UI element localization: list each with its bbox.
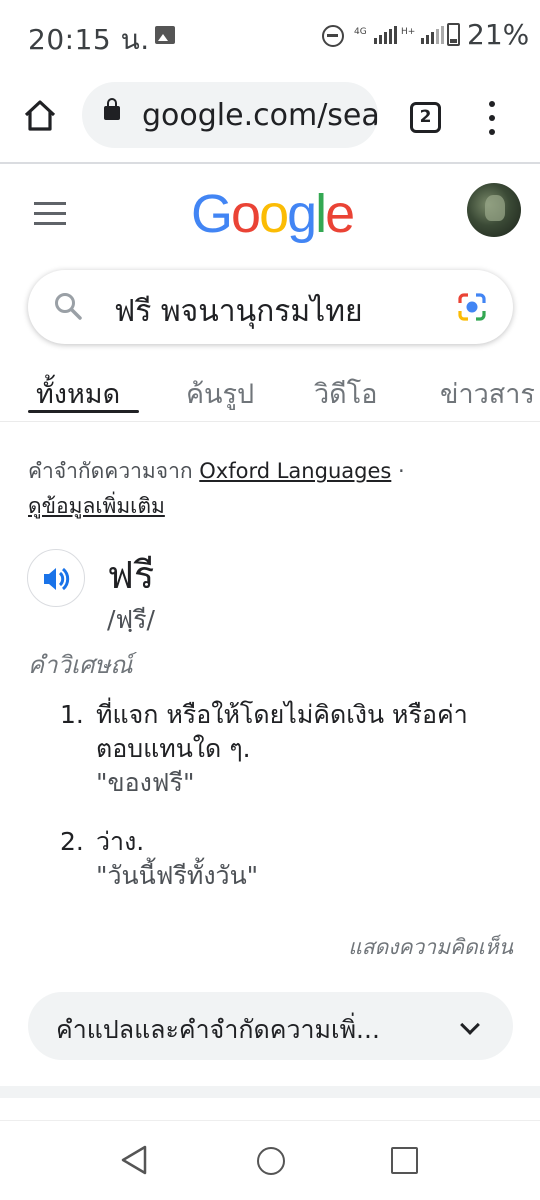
dictionary-source: คำจำกัดความจาก Oxford Languages · — [28, 459, 405, 483]
search-icon — [55, 293, 82, 320]
image-notification-icon — [155, 26, 175, 44]
section-divider — [0, 1086, 540, 1098]
more-info-link[interactable]: ดูข้อมูลเพิ่มเติม — [28, 490, 165, 523]
definition-number: 2. — [60, 827, 84, 856]
translations-expand-button[interactable]: คำแปลและคำจำกัดความเพิ่... — [28, 992, 513, 1060]
do-not-disturb-icon — [322, 25, 344, 47]
signal-strength-icon-2 — [421, 26, 444, 44]
definition-number: 1. — [60, 700, 84, 729]
home-nav-icon[interactable] — [257, 1147, 285, 1175]
recent-apps-icon[interactable] — [391, 1147, 418, 1174]
google-lens-icon[interactable] — [456, 291, 488, 323]
back-icon[interactable] — [120, 1145, 148, 1175]
part-of-speech: คำวิเศษณ์ — [28, 651, 133, 679]
tab-switcher-button[interactable]: 2 — [410, 102, 441, 133]
more-vert-icon[interactable] — [480, 98, 504, 138]
battery-percentage: 21% — [467, 18, 530, 51]
hamburger-menu-icon[interactable] — [34, 202, 66, 226]
status-time: 20:15 น. — [28, 23, 150, 56]
status-bar: 20:15 น. 4G H+ 21% — [0, 0, 540, 70]
headword: ฟรี — [107, 553, 155, 597]
network-type-label-1: 4G — [354, 27, 367, 37]
search-tabs: ทั้งหมด ค้นรูป วิดีโอ ข่าวสาร — [0, 360, 540, 422]
chevron-down-icon — [460, 1015, 480, 1035]
avatar[interactable] — [467, 183, 521, 237]
url-text: google.com/search — [142, 98, 378, 133]
tab-images[interactable]: ค้นรูป — [186, 372, 254, 415]
pronunciation-button[interactable] — [27, 549, 85, 607]
battery-icon — [447, 23, 460, 46]
network-type-label-2: H+ — [401, 27, 416, 37]
speaker-icon — [44, 567, 70, 591]
address-bar[interactable]: google.com/search — [82, 82, 378, 148]
definition-text: ที่แจก หรือให้โดยไม่คิดเงิน หรือค่าตอบแท… — [96, 700, 468, 763]
google-logo[interactable]: Google — [191, 183, 355, 245]
definition-example: "ของฟรี" — [96, 768, 195, 797]
tab-news[interactable]: ข่าวสาร — [440, 372, 535, 415]
oxford-languages-link[interactable]: Oxford Languages — [199, 459, 391, 483]
browser-toolbar: google.com/search 2 — [0, 70, 540, 164]
expand-label: คำแปลและคำจำกัดความเพิ่... — [56, 1015, 380, 1044]
system-navigation-bar — [0, 1120, 540, 1200]
signal-strength-icon — [374, 26, 397, 44]
definition-example: "วันนี้ฟรีทั้งวัน" — [96, 861, 259, 890]
definition-text: ว่าง. — [96, 827, 145, 856]
phonetic: /ฟฺรี/ — [107, 605, 155, 634]
tab-all[interactable]: ทั้งหมด — [36, 372, 120, 415]
tab-videos[interactable]: วิดีโอ — [314, 372, 377, 415]
home-button[interactable] — [22, 98, 58, 134]
feedback-link[interactable]: แสดงความคิดเห็น — [348, 931, 513, 964]
search-input[interactable]: ฟรี พจนานุกรมไทย — [114, 288, 363, 335]
lock-icon — [104, 98, 120, 120]
home-icon — [24, 100, 56, 131]
active-tab-indicator — [28, 410, 139, 413]
search-box[interactable]: ฟรี พจนานุกรมไทย — [28, 270, 513, 344]
